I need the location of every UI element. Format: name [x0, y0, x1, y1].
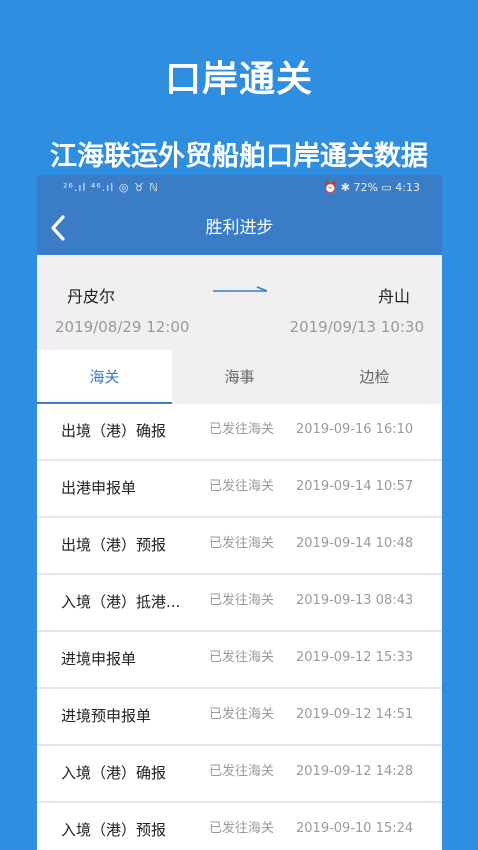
list-item[interactable]: 入境（港）抵港... 已发往海关 2019-09-13 08:43	[37, 575, 442, 632]
arrival-time: 2019/09/13 10:30	[289, 318, 424, 336]
record-status: 已发往海关	[209, 821, 275, 836]
record-status: 已发往海关	[209, 650, 275, 665]
record-status: 已发往海关	[209, 479, 275, 494]
record-title: 进境申报单	[61, 650, 137, 668]
chevron-left-icon	[51, 215, 65, 241]
page-title: 胜利进步	[205, 218, 274, 238]
tab-customs[interactable]: 海关	[37, 350, 172, 404]
status-signal-icons: ²⁶.ıl ⁴⁶.ıl ◎ ♉ ℕ	[63, 181, 160, 194]
record-time: 2019-09-12 15:33	[296, 650, 414, 665]
record-title: 入境（港）抵港...	[61, 593, 181, 611]
tab-border-inspection[interactable]: 边检	[307, 350, 442, 404]
record-time: 2019-09-10 15:24	[296, 821, 414, 836]
list-item[interactable]: 入境（港）确报 已发往海关 2019-09-12 14:28	[37, 746, 442, 803]
record-title: 入境（港）预报	[61, 821, 167, 839]
list-item[interactable]: 入境（港）预报 已发往海关 2019-09-10 15:24	[37, 803, 442, 850]
departure-time: 2019/08/29 12:00	[55, 318, 190, 336]
promo-title: 口岸通关	[164, 59, 313, 100]
list-item[interactable]: 出境（港）预报 已发往海关 2019-09-14 10:48	[37, 518, 442, 575]
list-item[interactable]: 出境（港）确报 已发往海关 2019-09-16 16:10	[37, 404, 442, 461]
record-title: 出港申报单	[61, 479, 137, 497]
status-bar: ²⁶.ıl ⁴⁶.ıl ◎ ♉ ℕ ⏰ ✱ 72% ▭ 4:13	[37, 175, 442, 201]
record-time: 2019-09-12 14:28	[296, 764, 414, 779]
record-status: 已发往海关	[209, 536, 275, 551]
list-item[interactable]: 进境预申报单 已发往海关 2019-09-12 14:51	[37, 689, 442, 746]
record-time: 2019-09-14 10:48	[296, 536, 414, 551]
tab-maritime[interactable]: 海事	[172, 350, 307, 404]
arrival-port: 舟山	[377, 287, 410, 306]
right-arrow-icon	[213, 286, 268, 292]
record-title: 入境（港）确报	[61, 764, 167, 782]
departure-port: 丹皮尔	[67, 287, 116, 306]
record-time: 2019-09-13 08:43	[296, 593, 414, 608]
list-item[interactable]: 出港申报单 已发往海关 2019-09-14 10:57	[37, 461, 442, 518]
record-time: 2019-09-16 16:10	[296, 422, 414, 437]
record-status: 已发往海关	[209, 707, 275, 722]
record-status: 已发往海关	[209, 764, 275, 779]
record-status: 已发往海关	[209, 422, 275, 437]
record-title: 出境（港）预报	[61, 536, 167, 554]
promo-subtitle: 江海联运外贸船舶口岸通关数据	[50, 141, 428, 172]
nav-bar: 胜利进步	[37, 201, 442, 255]
record-title: 进境预申报单	[61, 707, 152, 725]
declaration-list: 出境（港）确报 已发往海关 2019-09-16 16:10 出港申报单 已发往…	[37, 404, 442, 850]
record-status: 已发往海关	[209, 593, 275, 608]
status-battery-time: ⏰ ✱ 72% ▭ 4:13	[323, 181, 420, 194]
tab-bar: 海关 海事 边检	[37, 350, 442, 404]
record-time: 2019-09-14 10:57	[296, 479, 414, 494]
list-item[interactable]: 进境申报单 已发往海关 2019-09-12 15:33	[37, 632, 442, 689]
phone-screen: ²⁶.ıl ⁴⁶.ıl ◎ ♉ ℕ ⏰ ✱ 72% ▭ 4:13 胜利进步 丹皮…	[37, 175, 442, 850]
route-summary: 丹皮尔 舟山 2019/08/29 12:00 2019/09/13 10:30	[37, 255, 442, 350]
record-title: 出境（港）确报	[61, 422, 167, 440]
back-button[interactable]	[43, 211, 75, 245]
record-time: 2019-09-12 14:51	[296, 707, 414, 722]
